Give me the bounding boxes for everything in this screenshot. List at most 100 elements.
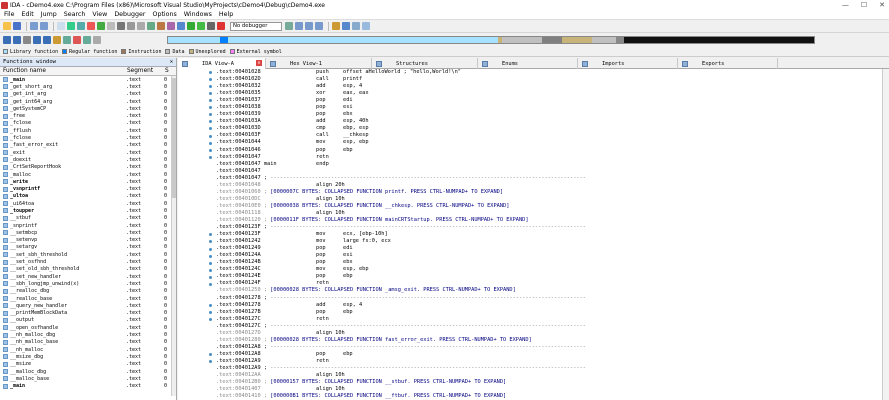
scroll-thumb[interactable] bbox=[172, 78, 176, 198]
function-row[interactable]: _doexit .text 0 bbox=[0, 156, 176, 163]
column-function-name[interactable]: Function name bbox=[0, 68, 124, 74]
listing-line[interactable]: .text:00401278 add esp, 4 bbox=[216, 302, 876, 309]
step-over-icon[interactable] bbox=[305, 22, 313, 30]
tab-imports[interactable]: Imports bbox=[578, 58, 678, 69]
menu-view[interactable]: View bbox=[92, 11, 107, 18]
menu-edit[interactable]: Edit bbox=[22, 11, 34, 18]
function-row[interactable]: _get_int64_arg .text 0 bbox=[0, 98, 176, 105]
functions-scrollbar[interactable] bbox=[171, 76, 176, 396]
minimize-button[interactable]: — bbox=[842, 1, 849, 9]
function-row[interactable]: _get_int_arg .text 0 bbox=[0, 91, 176, 98]
hex-icon[interactable] bbox=[77, 22, 85, 30]
struct-icon[interactable] bbox=[147, 22, 155, 30]
nav-flag-icon[interactable] bbox=[73, 36, 81, 44]
listing-line[interactable]: .text:00401047 bbox=[216, 168, 876, 175]
collapsed-function[interactable]: [0000007C BYTES: COLLAPSED FUNCTION prin… bbox=[270, 189, 503, 195]
tab-exports[interactable]: Exports bbox=[678, 58, 778, 69]
listing-line[interactable]: .text:00401028 push offset aHelloWorld ; "… bbox=[216, 69, 876, 76]
function-row[interactable]: _fast_error_exit .text 0 bbox=[0, 142, 176, 149]
maximize-button[interactable]: ☐ bbox=[861, 1, 867, 9]
function-row[interactable]: __set_old_sbh_threshold .text 0 bbox=[0, 266, 176, 273]
function-row[interactable]: __nh_malloc_dbg .text 0 bbox=[0, 331, 176, 338]
collapsed-function[interactable]: [000000B1 BYTES: COLLAPSED FUNCTION __ft… bbox=[270, 393, 506, 399]
function-row[interactable]: _ultoa .text 0 bbox=[0, 193, 176, 200]
listing-line[interactable]: .text:0040124E pop ebp bbox=[216, 273, 876, 280]
breakpoint-icon[interactable] bbox=[332, 22, 340, 30]
listing-line[interactable]: .text:0040127C ; -----------------------… bbox=[216, 323, 876, 330]
listing-line[interactable]: .text:00401046 pop ebp bbox=[216, 147, 876, 154]
function-row[interactable]: __setargv .text 0 bbox=[0, 244, 176, 251]
column-segment[interactable]: Segment bbox=[124, 68, 162, 74]
menu-debugger[interactable]: Debugger bbox=[114, 11, 145, 18]
function-row[interactable]: __setmbcp .text 0 bbox=[0, 229, 176, 236]
text-icon[interactable] bbox=[67, 22, 75, 30]
listing-line[interactable]: .text:00401032 add esp, 4 bbox=[216, 83, 876, 90]
function-row[interactable]: __query_new_handler .text 0 bbox=[0, 302, 176, 309]
collapsed-function[interactable]: [00000028 BYTES: COLLAPSED FUNCTION fast… bbox=[270, 337, 532, 343]
listing-line[interactable]: .text:00401047 main endp bbox=[216, 161, 876, 168]
listing-line[interactable]: .text:0040124C mov esp, ebp bbox=[216, 266, 876, 273]
nav-prev-icon[interactable] bbox=[3, 36, 11, 44]
function-row[interactable]: __msize_dbg .text 0 bbox=[0, 353, 176, 360]
listing-line[interactable]: .text:00401035 xor eax, eax bbox=[216, 90, 876, 97]
listing-line[interactable]: .text:004012A8 pop ebp bbox=[216, 351, 876, 358]
listing-line[interactable]: .text:00401118 align 10h bbox=[216, 210, 876, 217]
function-row[interactable]: _get_short_arg .text 0 bbox=[0, 83, 176, 90]
listing-line[interactable]: .text:0040124F retn bbox=[216, 280, 876, 287]
array-icon[interactable] bbox=[167, 22, 175, 30]
listing-line[interactable]: .text:0040123F ; -----------------------… bbox=[216, 224, 876, 231]
listing-line[interactable]: .text:00401120 ; [0000011F BYTES: COLLAP… bbox=[216, 217, 876, 224]
function-row[interactable]: __set_new_handler .text 0 bbox=[0, 273, 176, 280]
listing-line[interactable]: .text:0040103D cmp ebp, esp bbox=[216, 125, 876, 132]
listing-line[interactable]: .text:0040124B pop ebx bbox=[216, 259, 876, 266]
listing-line[interactable]: .text:004012B0 ; [00000157 BYTES: COLLAP… bbox=[216, 379, 876, 386]
listing-line[interactable]: .text:0040103A add esp, 40h bbox=[216, 118, 876, 125]
graph-icon[interactable] bbox=[187, 22, 195, 30]
function-row[interactable]: __sbh_longjmp_unwind(x) .text 0 bbox=[0, 280, 176, 287]
listing-line[interactable]: .text:00401039 pop ebx bbox=[216, 111, 876, 118]
function-row[interactable]: __output .text 0 bbox=[0, 317, 176, 324]
offset-icon[interactable] bbox=[157, 22, 165, 30]
function-row[interactable]: _vsnprintf .text 0 bbox=[0, 185, 176, 192]
listing-line[interactable]: .text:00401044 mov esp, ebp bbox=[216, 139, 876, 146]
nav-down-icon[interactable] bbox=[33, 36, 41, 44]
function-row[interactable]: __set_sbh_threshold .text 0 bbox=[0, 251, 176, 258]
tab-hex-view-1[interactable]: Hex View-1 bbox=[266, 58, 372, 69]
menu-options[interactable]: Options bbox=[153, 11, 177, 18]
listing-line[interactable]: .text:004012AA align 10h bbox=[216, 372, 876, 379]
function-row[interactable]: _malloc .text 0 bbox=[0, 171, 176, 178]
list-icon[interactable] bbox=[57, 22, 65, 30]
listing-scrollbar[interactable] bbox=[882, 69, 889, 400]
function-row[interactable]: _free .text 0 bbox=[0, 112, 176, 119]
nav-next-icon[interactable] bbox=[13, 36, 21, 44]
listing-line[interactable]: .text:00401242 mov large fs:0, ecx bbox=[216, 238, 876, 245]
function-row[interactable]: _main .text 0 bbox=[0, 382, 176, 389]
tab-ida-view-a[interactable]: IDA View-A ✕ bbox=[178, 58, 266, 69]
menu-search[interactable]: Search bbox=[64, 11, 86, 18]
watch-icon[interactable] bbox=[352, 22, 360, 30]
close-icon[interactable]: ✕ bbox=[170, 59, 173, 65]
debugger-select[interactable]: No debugger bbox=[230, 21, 282, 31]
column-start[interactable]: S bbox=[162, 68, 172, 74]
listing-line[interactable]: .text:00401038 pop esi bbox=[216, 104, 876, 111]
listing-line[interactable]: .text:004012A9 retn bbox=[216, 358, 876, 365]
collapsed-function[interactable]: [00000157 BYTES: COLLAPSED FUNCTION __st… bbox=[270, 379, 506, 385]
menu-windows[interactable]: Windows bbox=[184, 11, 212, 18]
listing-line[interactable]: .text:00401407 align 10h bbox=[216, 386, 876, 393]
collapsed-function[interactable]: [00000028 BYTES: COLLAPSED FUNCTION _ams… bbox=[270, 287, 516, 293]
listing-line[interactable]: .text:0040124A pop esi bbox=[216, 252, 876, 259]
listing-line[interactable]: .text:00401037 pop edi bbox=[216, 97, 876, 104]
collapsed-function[interactable]: [0000011F BYTES: COLLAPSED FUNCTION main… bbox=[270, 217, 528, 223]
listing-line[interactable]: .text:00401048 align 20h bbox=[216, 182, 876, 189]
listing-line[interactable]: .text:00401278 ; -----------------------… bbox=[216, 295, 876, 302]
nav-zoom-icon[interactable] bbox=[23, 36, 31, 44]
nav-jump-icon[interactable] bbox=[53, 36, 61, 44]
menu-jump[interactable]: Jump bbox=[41, 11, 57, 18]
terminate-icon[interactable] bbox=[217, 22, 225, 30]
tab-structures[interactable]: Structures bbox=[372, 58, 478, 69]
function-row[interactable]: _toupper .text 0 bbox=[0, 207, 176, 214]
step-out-icon[interactable] bbox=[315, 22, 323, 30]
ida-view-a[interactable]: .text:00401028 push offset aHelloWorld ; "… bbox=[178, 69, 889, 400]
forward-icon[interactable] bbox=[40, 22, 48, 30]
open-icon[interactable] bbox=[3, 22, 11, 30]
